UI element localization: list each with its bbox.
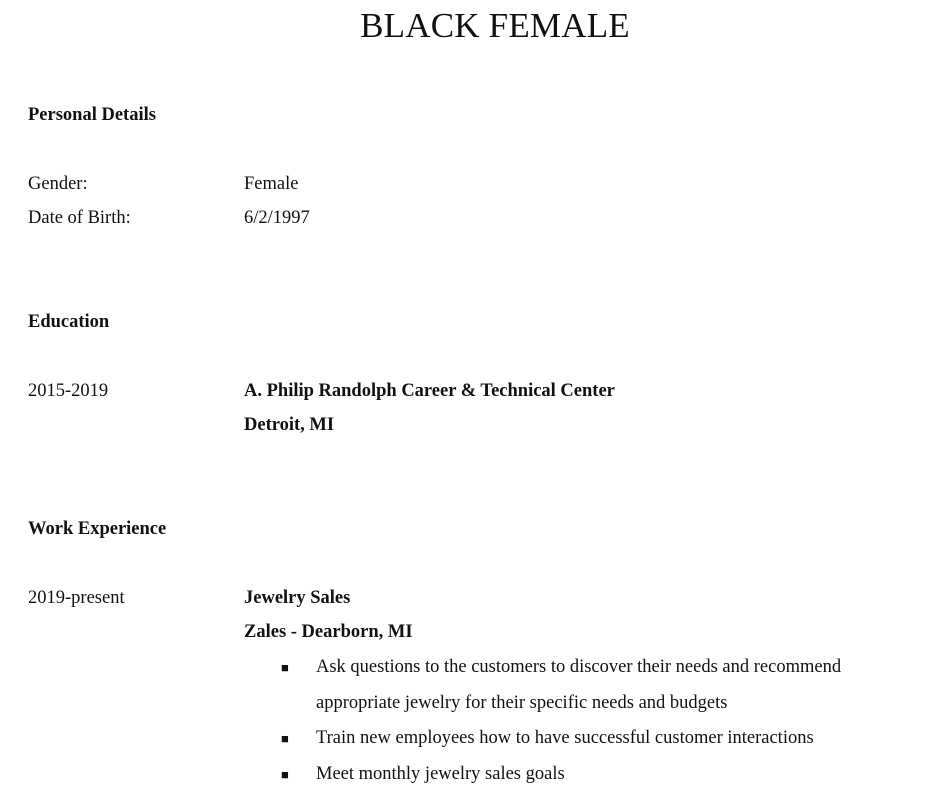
duty-text: Ask questions to the customers to discov… bbox=[316, 657, 841, 713]
square-bullet-icon: ■ bbox=[281, 757, 289, 792]
section-heading-education: Education bbox=[28, 311, 109, 333]
resume-page: BLACK FEMALE Personal Details Gender: Fe… bbox=[0, 0, 935, 785]
education-school: A. Philip Randolph Career & Technical Ce… bbox=[244, 380, 615, 402]
work-period: 2019-present bbox=[28, 587, 125, 609]
work-role: Jewelry Sales bbox=[244, 587, 350, 609]
list-item: ■ Meet monthly jewelry sales goals bbox=[0, 757, 935, 792]
list-item: ■ Ask questions to the customers to disc… bbox=[0, 650, 935, 721]
square-bullet-icon: ■ bbox=[281, 650, 289, 686]
education-period: 2015-2019 bbox=[28, 380, 108, 402]
work-duties-list: ■ Ask questions to the customers to disc… bbox=[0, 650, 935, 792]
duty-text: Meet monthly jewelry sales goals bbox=[316, 764, 565, 784]
gender-label: Gender: bbox=[28, 173, 88, 195]
dob-label: Date of Birth: bbox=[28, 207, 131, 229]
square-bullet-icon: ■ bbox=[281, 721, 289, 757]
resume-title: BLACK FEMALE bbox=[0, 4, 935, 48]
section-heading-work: Work Experience bbox=[28, 518, 166, 540]
section-heading-personal: Personal Details bbox=[28, 104, 156, 126]
work-employer: Zales - Dearborn, MI bbox=[244, 621, 413, 643]
dob-value: 6/2/1997 bbox=[244, 207, 310, 229]
gender-value: Female bbox=[244, 173, 298, 195]
education-location: Detroit, MI bbox=[244, 414, 334, 436]
list-item: ■ Train new employees how to have succes… bbox=[0, 721, 935, 757]
duty-text: Train new employees how to have successf… bbox=[316, 728, 814, 748]
